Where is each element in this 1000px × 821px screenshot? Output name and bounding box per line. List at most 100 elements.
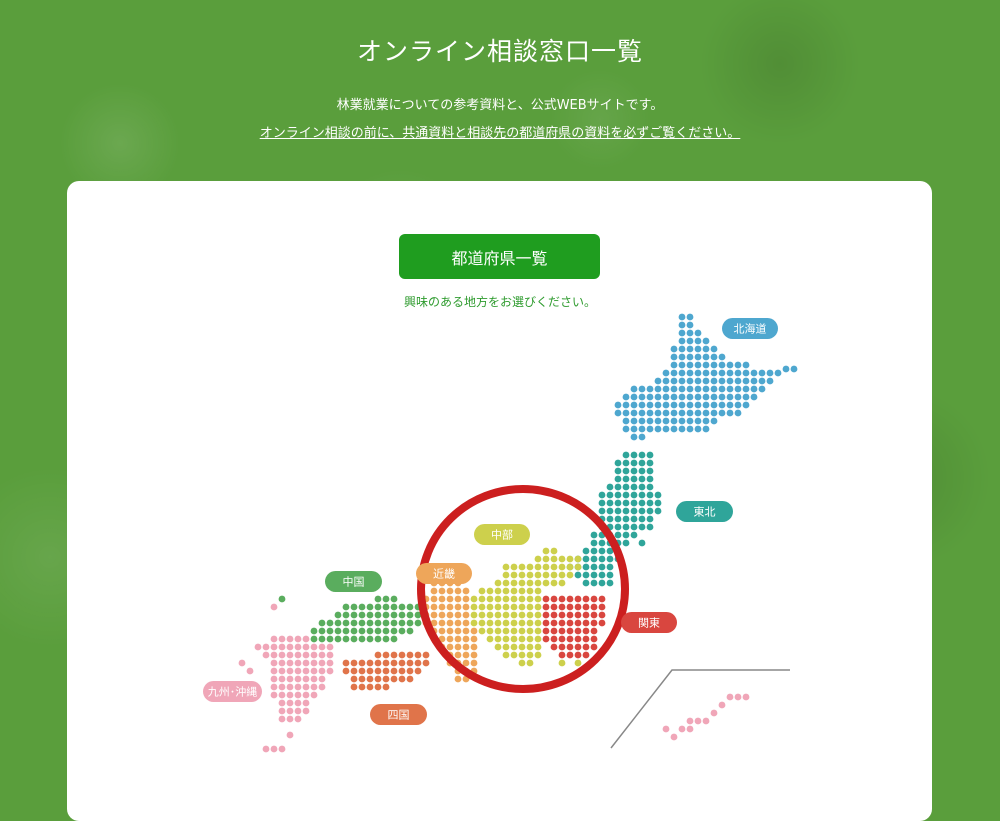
map-dot — [374, 683, 382, 691]
map-dot — [302, 707, 310, 715]
map-dot — [702, 425, 710, 433]
map-dot — [742, 377, 750, 385]
map-dot — [246, 667, 254, 675]
map-dot — [510, 643, 518, 651]
map-dot — [382, 627, 390, 635]
map-dot — [646, 491, 654, 499]
map-dot — [566, 611, 574, 619]
map-dot — [766, 369, 774, 377]
map-dot — [622, 401, 630, 409]
region-okinawa-dots[interactable] — [662, 693, 750, 741]
map-dot — [534, 587, 542, 595]
map-dot — [438, 627, 446, 635]
map-dot — [622, 515, 630, 523]
map-dot — [718, 401, 726, 409]
map-dot — [686, 393, 694, 401]
region-label-tohoku[interactable]: 東北 — [676, 501, 733, 522]
region-label-kinki[interactable]: 近畿 — [416, 563, 472, 584]
map-dot — [398, 603, 406, 611]
map-dot — [406, 651, 414, 659]
map-dot — [358, 635, 366, 643]
map-dot — [542, 563, 550, 571]
map-dot — [478, 603, 486, 611]
map-dot — [390, 603, 398, 611]
map-dot — [582, 563, 590, 571]
map-dot — [366, 627, 374, 635]
region-label-shikoku[interactable]: 四国 — [370, 704, 427, 725]
map-dot — [734, 693, 742, 701]
map-dot — [350, 635, 358, 643]
map-dot — [326, 627, 334, 635]
region-kyushu-dots[interactable] — [238, 603, 334, 753]
map-dot — [614, 459, 622, 467]
map-dot — [310, 635, 318, 643]
svg-text:中部: 中部 — [491, 528, 513, 542]
map-dot — [526, 651, 534, 659]
map-dot — [646, 425, 654, 433]
map-dot — [286, 683, 294, 691]
map-dot — [654, 425, 662, 433]
map-dot — [638, 499, 646, 507]
map-dot — [654, 401, 662, 409]
map-dot — [478, 619, 486, 627]
map-dot — [270, 603, 278, 611]
map-dot — [366, 611, 374, 619]
map-dot — [654, 417, 662, 425]
map-dot — [350, 659, 358, 667]
map-dot — [742, 385, 750, 393]
region-label-kanto[interactable]: 関東 — [621, 612, 677, 633]
map-dot — [790, 365, 798, 373]
region-label-chugoku[interactable]: 中国 — [325, 571, 382, 592]
region-label-kyushu[interactable]: 九州･沖縄 — [203, 681, 262, 702]
map-dot — [694, 717, 702, 725]
map-dot — [574, 627, 582, 635]
map-dot — [414, 667, 422, 675]
map-dot — [574, 595, 582, 603]
region-label-chubu[interactable]: 中部 — [474, 524, 530, 545]
map-dot — [238, 659, 246, 667]
map-dot — [286, 667, 294, 675]
map-dot — [550, 579, 558, 587]
map-dot — [294, 651, 302, 659]
svg-text:近畿: 近畿 — [433, 567, 455, 581]
map-dot — [270, 683, 278, 691]
map-dot — [438, 611, 446, 619]
map-dot — [478, 587, 486, 595]
map-dot — [382, 683, 390, 691]
map-dot — [358, 675, 366, 683]
map-dot — [454, 627, 462, 635]
map-dot — [510, 651, 518, 659]
map-dot — [262, 745, 270, 753]
map-dot — [542, 635, 550, 643]
map-dot — [742, 361, 750, 369]
region-chugoku-dots[interactable] — [278, 595, 422, 643]
region-kanto-dots[interactable] — [542, 595, 606, 659]
map-dot — [286, 675, 294, 683]
map-dot — [638, 425, 646, 433]
map-dot — [294, 715, 302, 723]
map-dot — [670, 417, 678, 425]
map-dot — [534, 635, 542, 643]
map-dot — [622, 499, 630, 507]
map-dot — [534, 651, 542, 659]
region-label-hokkaido[interactable]: 北海道 — [722, 318, 778, 339]
map-dot — [326, 651, 334, 659]
map-dot — [526, 587, 534, 595]
map-dot — [630, 425, 638, 433]
map-dot — [446, 627, 454, 635]
map-dot — [406, 611, 414, 619]
map-dot — [558, 579, 566, 587]
map-dot — [726, 385, 734, 393]
map-dot — [310, 659, 318, 667]
map-dot — [550, 619, 558, 627]
region-shikoku-dots[interactable] — [342, 651, 430, 691]
map-dot — [518, 563, 526, 571]
map-dot — [702, 393, 710, 401]
map-dot — [390, 595, 398, 603]
map-dot — [366, 635, 374, 643]
map-dot — [670, 733, 678, 741]
map-dot — [670, 393, 678, 401]
map-dot — [646, 451, 654, 459]
map-dot — [638, 475, 646, 483]
map-dot — [582, 547, 590, 555]
